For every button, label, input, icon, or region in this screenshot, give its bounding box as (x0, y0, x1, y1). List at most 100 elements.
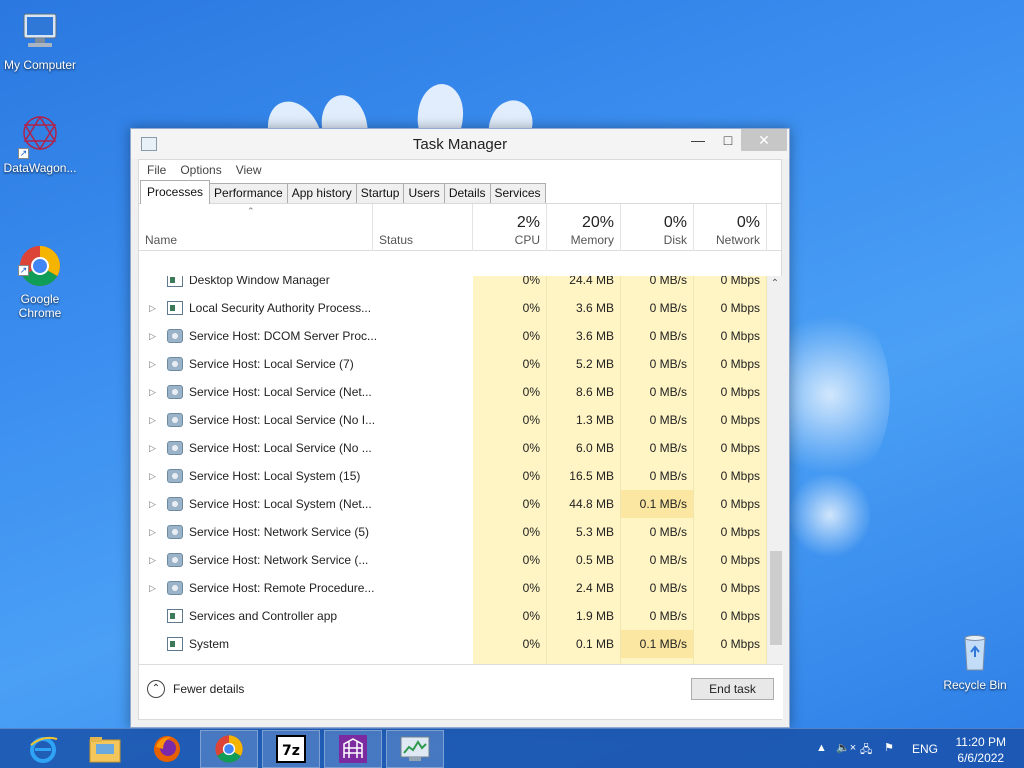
expand-chevron-icon[interactable]: ▷ (149, 471, 156, 481)
scrollbar-thumb[interactable] (770, 551, 782, 645)
tab-services[interactable]: Services (489, 183, 546, 203)
desktop-icon-recycle-bin[interactable]: Recycle Bin (935, 630, 1015, 692)
table-row[interactable]: ▷ Service Host: Local Service (No I... 0% 1… (139, 406, 767, 434)
clock[interactable]: 11:20 PM 6/6/2022 (956, 734, 1006, 766)
network-value: 0 Mbps (694, 322, 767, 350)
system-tray: ▲ 🔈× 🖧 ⚑ ENG 11:20 PM 6/6/2022 (804, 729, 1024, 768)
expand-chevron-icon[interactable]: ▷ (149, 359, 156, 369)
expand-chevron-icon[interactable]: ▷ (149, 499, 156, 509)
cpu-value: 0% (473, 322, 547, 350)
column-network[interactable]: 0% Network (694, 204, 767, 251)
task-manager-icon (400, 736, 430, 761)
menu-file[interactable]: File (147, 163, 174, 177)
column-name[interactable]: ⌃ Name (139, 204, 373, 251)
expand-chevron-icon[interactable]: ▷ (149, 555, 156, 565)
volume-muted-icon[interactable]: 🔈× (836, 741, 856, 754)
network-value: 0 Mbps (694, 378, 767, 406)
chrome-icon (215, 735, 243, 763)
column-status[interactable]: Status (373, 204, 473, 251)
memory-total: 20% (581, 214, 614, 231)
menu-options[interactable]: Options (180, 163, 229, 177)
process-name: Desktop Window Manager (189, 276, 330, 287)
shortcut-arrow-icon: ↗ (18, 265, 29, 276)
memory-value: 0.1 MB (547, 630, 621, 658)
action-center-icon[interactable]: ⚑ (884, 741, 894, 754)
gear-icon (167, 413, 183, 427)
expand-chevron-icon[interactable]: ▷ (149, 415, 156, 425)
memory-value: 1.9 MB (547, 602, 621, 630)
firefox-icon (154, 736, 180, 762)
table-row[interactable]: ▷ Local Security Authority Process... 0% 3.… (139, 294, 767, 322)
tab-details[interactable]: Details (443, 183, 491, 203)
tab-performance[interactable]: Performance (209, 183, 288, 203)
table-row[interactable]: ▷ Service Host: Network Service (... 0% 0.5… (139, 546, 767, 574)
taskbar-chrome[interactable] (200, 730, 258, 768)
disk-value: 0 MB/s (621, 546, 694, 574)
table-row[interactable]: ▷ Service Host: DCOM Server Proc... 0% 3.6 … (139, 322, 767, 350)
desktop-icon-google-chrome[interactable]: ↗ Google Chrome (0, 216, 80, 334)
taskbar-firefox[interactable] (138, 730, 196, 768)
close-button[interactable]: ✕ (741, 129, 787, 151)
taskbar-task-manager[interactable] (386, 730, 444, 768)
process-name: Service Host: Remote Procedure... (189, 581, 375, 595)
memory-value: 3.6 MB (547, 294, 621, 322)
app-icon (167, 637, 183, 651)
tab-app-history[interactable]: App history (286, 183, 357, 203)
app-icon (167, 301, 183, 315)
file-explorer-icon (89, 737, 121, 763)
cpu-value: 0% (473, 630, 547, 658)
close-icon: ✕ (758, 132, 770, 148)
expand-chevron-icon[interactable]: ▷ (149, 583, 156, 593)
taskbar-file-explorer[interactable] (76, 730, 134, 768)
recycle-bin-icon (953, 630, 997, 674)
maximize-button[interactable]: □ (713, 129, 743, 151)
title-bar[interactable]: Task Manager — □ ✕ (131, 129, 789, 159)
expand-chevron-icon[interactable]: ▷ (149, 387, 156, 397)
table-row[interactable]: ▷ Service Host: Remote Procedure... 0% 2.4 … (139, 574, 767, 602)
vertical-scrollbar[interactable]: ⌃ ⌄ (767, 276, 783, 687)
table-row[interactable]: ▷ Service Host: Local Service (Net... 0% 8.… (139, 378, 767, 406)
taskbar-internet-explorer[interactable] (14, 730, 72, 768)
column-header: ⌃ Name Status 2% CPU 20% Memory 0% Disk … (139, 204, 781, 251)
network-icon[interactable]: 🖧 (860, 741, 872, 760)
expand-chevron-icon[interactable]: ▷ (149, 443, 156, 453)
disk-value: 0.1 MB/s (621, 490, 694, 518)
table-row[interactable]: Desktop Window Manager 0% 24.4 MB 0 MB/s 0 M… (139, 276, 767, 294)
taskbar-7zip[interactable]: 7z (262, 730, 320, 768)
table-row[interactable]: ▷ Service Host: Local Service (No ... 0% 6.… (139, 434, 767, 462)
table-row[interactable]: Services and Controller app 0% 1.9 MB 0 MB/… (139, 602, 767, 630)
memory-value: 24.4 MB (547, 276, 621, 294)
tab-processes[interactable]: Processes (140, 180, 211, 204)
memory-value: 44.8 MB (547, 490, 621, 518)
fewer-details-button[interactable]: ⌃ Fewer details (147, 680, 244, 698)
column-disk[interactable]: 0% Disk (621, 204, 694, 251)
datawagon-icon: ↗ (18, 113, 62, 159)
end-task-button[interactable]: End task (691, 678, 774, 700)
show-hidden-icons-icon[interactable]: ▲ (816, 742, 827, 754)
maximize-icon: □ (723, 132, 733, 148)
minimize-button[interactable]: — (683, 129, 713, 151)
expand-chevron-icon[interactable]: ▷ (149, 527, 156, 537)
table-row[interactable]: ▷ Service Host: Network Service (5) 0% 5.3 … (139, 518, 767, 546)
memory-value: 3.6 MB (547, 322, 621, 350)
taskbar-datawagon[interactable] (324, 730, 382, 768)
expand-chevron-icon[interactable]: ▷ (149, 331, 156, 341)
expand-chevron-icon[interactable]: ▷ (149, 303, 156, 313)
table-row[interactable]: System 0% 0.1 MB 0.1 MB/s 0 Mbps (139, 630, 767, 658)
tab-users[interactable]: Users (403, 183, 445, 203)
language-indicator[interactable]: ENG (912, 742, 938, 756)
memory-value: 6.0 MB (547, 434, 621, 462)
table-row[interactable]: ▷ Service Host: Local Service (7) 0% 5.2 MB… (139, 350, 767, 378)
menu-view[interactable]: View (236, 163, 270, 177)
scroll-up-icon[interactable]: ⌃ (767, 276, 783, 292)
desktop-icon-datawagon[interactable]: ↗ DataWagon... (0, 113, 80, 175)
network-value: 0 Mbps (694, 350, 767, 378)
desktop-icon-my-computer[interactable]: My Computer (0, 10, 80, 72)
column-memory[interactable]: 20% Memory (547, 204, 621, 251)
tab-startup[interactable]: Startup (355, 183, 405, 203)
computer-icon (18, 10, 62, 54)
table-row[interactable]: ▷ Service Host: Local System (Net... 0% 44.… (139, 490, 767, 518)
column-cpu[interactable]: 2% CPU (473, 204, 547, 251)
table-row[interactable]: ▷ Service Host: Local System (15) 0% 16.5 M… (139, 462, 767, 490)
disk-value: 0 MB/s (621, 574, 694, 602)
